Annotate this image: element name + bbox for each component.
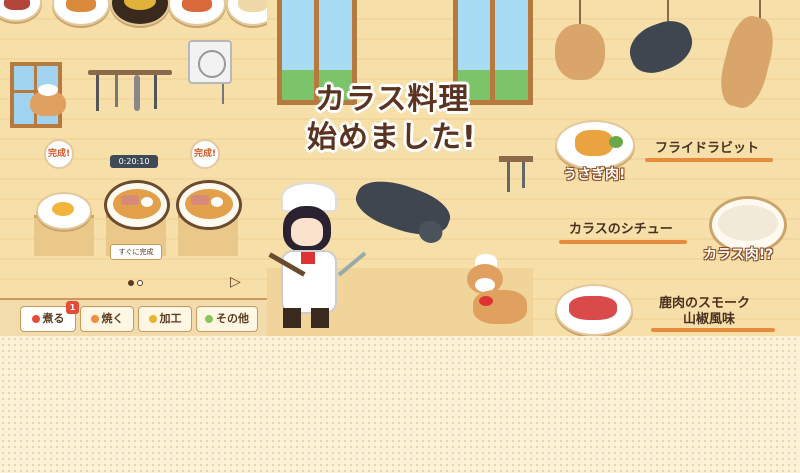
hanging-rabbit[interactable] — [555, 24, 605, 80]
other-dot-icon — [205, 315, 213, 323]
dish-ramen-done[interactable] — [176, 180, 242, 230]
fried-rabbit-plate[interactable] — [555, 120, 635, 170]
chef-body — [281, 250, 337, 314]
vent-cord — [222, 84, 224, 104]
page-dot[interactable] — [137, 280, 143, 286]
vent-fan-icon — [188, 40, 232, 84]
dish-name-crow-stew: カラスのシチュー — [569, 222, 673, 237]
simmer-badge: 1 — [66, 301, 79, 314]
hook-rope — [579, 0, 581, 26]
tab-process[interactable]: 加工 — [138, 306, 192, 332]
hanging-deer[interactable] — [714, 12, 780, 112]
knife-icon-2 — [522, 162, 525, 188]
underline-2 — [559, 240, 687, 244]
next-arrow-icon[interactable]: ▷ — [230, 274, 241, 290]
crow-tag: カラス肉!? — [703, 247, 774, 263]
headline-line-2: 始めました! — [307, 120, 477, 155]
underline-1 — [645, 158, 773, 162]
tab-other[interactable]: その他 — [196, 306, 258, 332]
crow-carcass[interactable] — [350, 170, 456, 247]
rabbit-tag: うさぎ肉! — [563, 167, 626, 183]
knife-shelf — [499, 156, 533, 162]
plate-pasta[interactable] — [168, 0, 226, 26]
underline-3 — [651, 328, 775, 332]
process-dot-icon — [148, 315, 157, 323]
kitchen-panel: 完成! 完成! 0:20:10 すぐに完成 ▷ 煮る 1 焼く 加工 その他 — [0, 0, 267, 336]
tab-grill[interactable]: 焼く — [80, 306, 134, 332]
tab-simmer[interactable]: 煮る 1 — [20, 301, 79, 332]
category-tab-bar: 煮る 1 焼く 加工 その他 — [0, 298, 267, 336]
plate-pot[interactable] — [110, 0, 170, 26]
crow-cooking-panel: カラス料理 始めました! — [267, 0, 533, 336]
whisk-icon — [134, 75, 140, 111]
dish-name-sansho: 山椒風味 — [683, 312, 736, 327]
chef-leg-left — [283, 308, 301, 328]
plate-meat[interactable] — [0, 0, 42, 22]
fork-icon — [154, 75, 157, 109]
instant-complete-button[interactable]: すぐに完成 — [110, 244, 162, 260]
plate-katsu[interactable] — [52, 0, 110, 26]
shiba-dog-peeking[interactable] — [30, 84, 66, 116]
hanging-crow[interactable] — [623, 14, 699, 80]
complete-bubble-right[interactable]: 完成! — [190, 139, 220, 169]
complete-bubble-left[interactable]: 完成! — [44, 139, 74, 169]
dish-ramen-cooking[interactable] — [104, 180, 170, 230]
shiba-dog-body — [473, 290, 527, 324]
smoked-venison-plate[interactable] — [555, 284, 633, 336]
spatula-icon — [115, 75, 118, 107]
menu-panel: うさぎ肉! フライドラビット カラスのシチュー カラス肉!? 鹿肉のスモーク 山… — [533, 0, 800, 336]
plate-salad[interactable] — [226, 0, 267, 26]
simmer-dot-icon — [31, 315, 40, 323]
dish-name-fried-rabbit: フライドラビット — [655, 141, 760, 156]
chef-leg-right — [311, 308, 329, 328]
cooking-timer: 0:20:10 — [110, 155, 158, 168]
utensil-rail — [88, 70, 172, 75]
dish-soup-egg[interactable] — [36, 192, 92, 230]
chef-hair — [283, 206, 331, 252]
page-dot-active[interactable] — [128, 280, 134, 286]
knife-icon — [507, 162, 510, 192]
grill-dot-icon — [90, 315, 99, 323]
ladle-icon — [96, 75, 99, 111]
